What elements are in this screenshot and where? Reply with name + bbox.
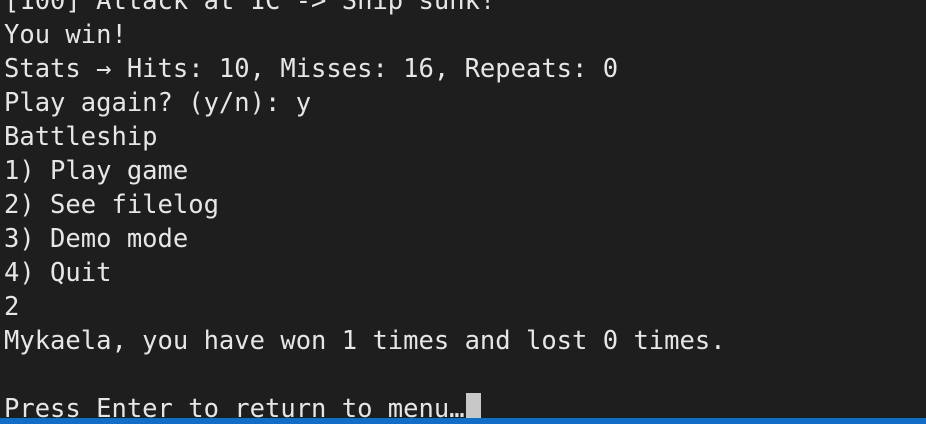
terminal-line-stats: Stats → Hits: 10, Misses: 16, Repeats: 0 <box>4 54 619 84</box>
terminal-line-play-again-prompt: Play again? (y/n): y <box>4 88 312 118</box>
terminal-line-win-message: You win! <box>4 20 127 50</box>
terminal-line-menu-title: Battleship <box>4 122 158 152</box>
terminal-line-menu-option-quit: 4) Quit <box>4 258 112 288</box>
terminal-line-menu-option-demo: 3) Demo mode <box>4 224 189 254</box>
terminal-line-record-summary: Mykaela, you have won 1 times and lost 0… <box>4 326 726 356</box>
terminal-output-area[interactable]: [100] Attack at 1C -> Ship sunk! You win… <box>0 0 926 418</box>
terminal-line-return-prompt: Press Enter to return to menu… <box>4 394 465 418</box>
terminal-line-prompt-row[interactable]: Press Enter to return to menu… <box>4 392 726 418</box>
terminal-line-menu-option-play: 1) Play game <box>4 156 189 186</box>
terminal-line-user-choice: 2 <box>4 292 20 322</box>
terminal-lines: [100] Attack at 1C -> Ship sunk! You win… <box>4 0 726 418</box>
terminal-line-attack-result: [100] Attack at 1C -> Ship sunk! <box>4 0 496 16</box>
terminal-cursor[interactable] <box>465 393 481 418</box>
status-bar-strip <box>0 418 926 424</box>
terminal-line-menu-option-filelog: 2) See filelog <box>4 190 219 220</box>
